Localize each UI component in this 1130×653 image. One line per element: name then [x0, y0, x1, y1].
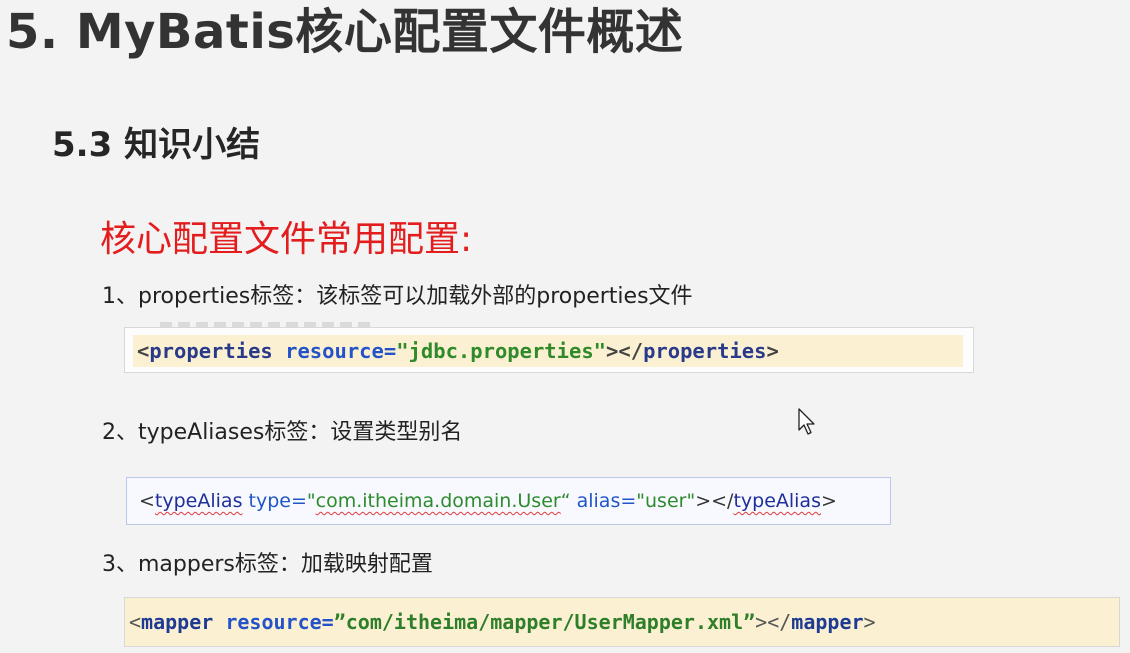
code-block-properties: <properties resource="jdbc.properties"><… [124, 327, 974, 373]
config-heading: 核心配置文件常用配置: [100, 219, 473, 260]
item-mappers: 3、mappers标签：加载映射配置 [102, 552, 433, 577]
code-close-tag: properties [643, 339, 767, 363]
code-value: com.itheima.domain.User [315, 490, 561, 512]
code-tag: mapper [141, 610, 214, 634]
slide-title: 5. MyBatis核心配置文件概述 [6, 4, 684, 60]
code-block-typealias: <typeAlias type="com.itheima.domain.User… [126, 477, 891, 525]
code-value: ”com/itheima/mapper/UserMapper.xml” [333, 610, 756, 634]
code-attr: type= [248, 490, 307, 512]
code-block-mapper: <mapper resource=”com/itheima/mapper/Use… [124, 597, 1120, 647]
code-tag: properties [149, 339, 273, 363]
item-properties: 1、properties标签：该标签可以加载外部的properties文件 [102, 284, 693, 309]
code-attr: alias= [576, 490, 637, 512]
code-attr: resource= [285, 339, 397, 363]
section-subtitle: 5.3 知识小结 [52, 125, 261, 165]
item-typealiases: 2、typeAliases标签：设置类型别名 [102, 420, 463, 445]
code-value: "jdbc.properties" [396, 339, 607, 363]
code-tag: typeAlias [154, 490, 243, 512]
code-close-tag: typeAlias [733, 490, 821, 512]
mouse-cursor-icon [798, 408, 815, 435]
code-attr: resource= [225, 610, 334, 634]
code-line-properties: <properties resource="jdbc.properties"><… [133, 335, 963, 367]
code-value: "user" [636, 490, 696, 512]
code-close-tag: mapper [791, 610, 864, 634]
